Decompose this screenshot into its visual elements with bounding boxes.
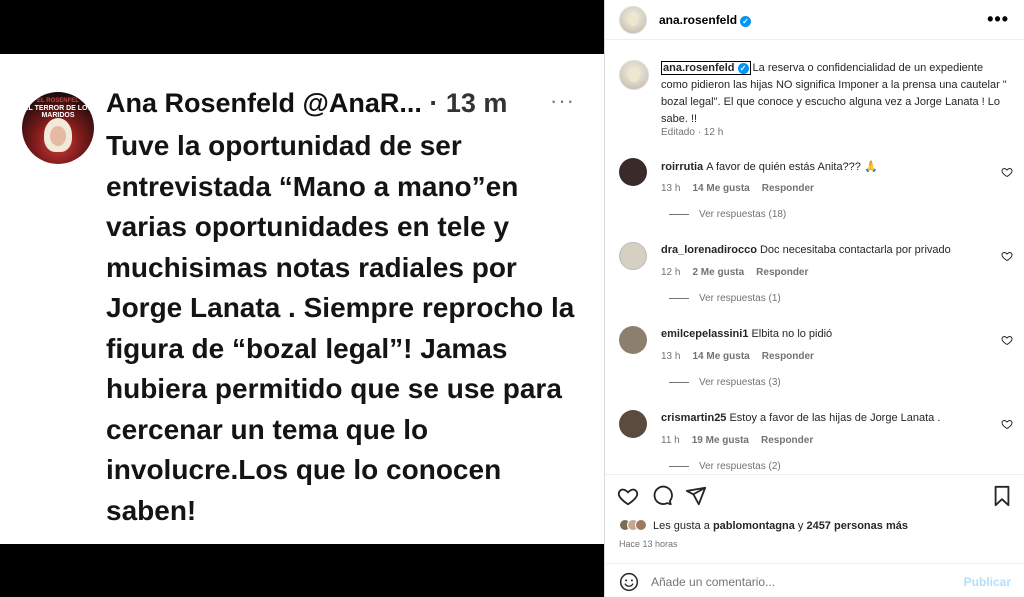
view-replies-button[interactable]: Ver respuestas (3): [669, 377, 781, 388]
comment-meta: 13 h 14 Me gusta Responder: [661, 183, 826, 194]
comment-username[interactable]: crismartin25: [661, 412, 726, 424]
tweet-avatar-line1: EL ROSENFEL: [37, 98, 79, 104]
post-header: ana.rosenfeld ✓ •••: [605, 0, 1024, 40]
comment-likes[interactable]: 14 Me gusta: [692, 351, 749, 362]
comment-text: A favor de quién estás Anita??? 🙏: [706, 161, 878, 173]
caption-meta: Editado · 12 h: [661, 127, 724, 138]
comment: emilcepelassini1 Elbita no lo pidió 13 h1…: [605, 326, 1024, 406]
comment-meta: 12 h 2 Me gusta Responder: [661, 267, 820, 278]
comment: roirrutia A favor de quién estás Anita???…: [605, 158, 1024, 238]
likes-others[interactable]: 2457 personas más: [806, 520, 908, 532]
post-actions: Les gusta a pablomontagna y 2457 persona…: [605, 474, 1024, 592]
author-avatar[interactable]: [619, 6, 647, 34]
like-heart-icon[interactable]: [617, 485, 639, 507]
share-paper-plane-icon[interactable]: [685, 485, 707, 507]
like-comment-heart-icon[interactable]: [1001, 166, 1013, 178]
comment-time: 11 h: [661, 435, 680, 446]
like-comment-heart-icon[interactable]: [1001, 334, 1013, 346]
like-comment-heart-icon[interactable]: [1001, 418, 1013, 430]
tweet-avatar: EL ROSENFEL EL TERROR DE LOS MARIDOS: [22, 92, 94, 164]
comment-avatar[interactable]: [619, 242, 647, 270]
view-replies-button[interactable]: Ver respuestas (2): [669, 461, 781, 472]
comment-text: Estoy a favor de las hijas de Jorge Lana…: [729, 412, 941, 424]
tweet-more-icon: ···: [550, 88, 575, 113]
caption-username[interactable]: ana.rosenfeld ✓: [661, 61, 751, 75]
caption: ana.rosenfeld ✓ La reserva o confidenciali…: [661, 60, 1011, 128]
comment-text: Doc necesitaba contactarla por privado: [759, 244, 951, 256]
liker-avatar: [635, 519, 647, 531]
comment-text-line: emilcepelassini1 Elbita no lo pidió: [661, 328, 832, 340]
comment-username[interactable]: dra_lorenadirocco: [661, 244, 757, 256]
comment-text-line: dra_lorenadirocco Doc necesitaba contacta…: [661, 244, 951, 256]
comment-meta: 13 h 14 Me gusta Responder: [661, 351, 826, 362]
view-replies-button[interactable]: Ver respuestas (1): [669, 293, 781, 304]
add-comment-bar: Publicar: [605, 563, 1024, 597]
likes-summary[interactable]: Les gusta a pablomontagna y 2457 persona…: [619, 519, 908, 532]
comment-time: 13 h: [661, 183, 681, 194]
view-replies-button[interactable]: Ver respuestas (18): [669, 209, 786, 220]
like-comment-heart-icon[interactable]: [1001, 250, 1013, 262]
tweet-screenshot-image: EL ROSENFEL EL TERROR DE LOS MARIDOS Ana…: [0, 54, 604, 544]
comment-time: 12 h: [661, 267, 681, 278]
comment-text-line: roirrutia A favor de quién estás Anita???…: [661, 160, 878, 173]
more-options-icon[interactable]: •••: [987, 9, 1009, 30]
tweet-time: · 13 m: [429, 88, 508, 118]
emoji-smiley-icon[interactable]: [619, 572, 639, 592]
comment-meta: 11 h 19 Me gusta Responder: [661, 435, 825, 446]
instagram-post-view: EL ROSENFEL EL TERROR DE LOS MARIDOS Ana…: [0, 0, 1024, 597]
author-username[interactable]: ana.rosenfeld ✓: [659, 13, 752, 27]
comment-text-line: crismartin25 Estoy a favor de las hijas d…: [661, 412, 940, 424]
comment-avatar[interactable]: [619, 158, 647, 186]
post-comment-button[interactable]: Publicar: [964, 575, 1011, 589]
comment-text: Elbita no lo pidió: [751, 328, 833, 340]
comment-bubble-icon[interactable]: [651, 485, 673, 507]
likes-and: y: [797, 520, 804, 532]
reply-button[interactable]: Responder: [762, 183, 814, 194]
tweet-author-handle: @AnaR...: [302, 88, 422, 118]
caption-avatar[interactable]: [619, 60, 649, 90]
comment: dra_lorenadirocco Doc necesitaba contacta…: [605, 242, 1024, 322]
comment-username[interactable]: emilcepelassini1: [661, 328, 748, 340]
comment-time: 13 h: [661, 351, 681, 362]
tweet-author-name: Ana Rosenfeld: [106, 88, 296, 118]
comment-likes[interactable]: 2 Me gusta: [692, 267, 744, 278]
tweet-header: Ana Rosenfeld @AnaR... · 13 m: [106, 88, 507, 119]
likes-prefix: Les gusta a: [653, 520, 710, 532]
post-media: EL ROSENFEL EL TERROR DE LOS MARIDOS Ana…: [0, 0, 604, 597]
reply-button[interactable]: Responder: [756, 267, 808, 278]
verified-badge-icon: ✓: [740, 16, 752, 27]
tweet-avatar-line2: EL TERROR DE LOS MARIDOS: [23, 105, 93, 119]
comment-likes[interactable]: 19 Me gusta: [692, 435, 749, 446]
comment-input[interactable]: [651, 575, 951, 589]
reply-button[interactable]: Responder: [761, 435, 813, 446]
post-time: Hace 13 horas: [619, 539, 678, 549]
comment-likes[interactable]: 14 Me gusta: [692, 183, 749, 194]
post-side-panel: ana.rosenfeld ✓ ••• ana.rosenfeld ✓ La rese…: [604, 0, 1024, 597]
reply-button[interactable]: Responder: [762, 351, 814, 362]
likes-user[interactable]: pablomontagna: [713, 520, 795, 532]
comment-avatar[interactable]: [619, 410, 647, 438]
comment-username[interactable]: roirrutia: [661, 161, 703, 173]
tweet-body: Tuve la oportunidad de ser entrevistada …: [106, 130, 575, 526]
verified-badge-icon: ✓: [737, 63, 749, 74]
comment-avatar[interactable]: [619, 326, 647, 354]
save-bookmark-icon[interactable]: [991, 485, 1013, 507]
